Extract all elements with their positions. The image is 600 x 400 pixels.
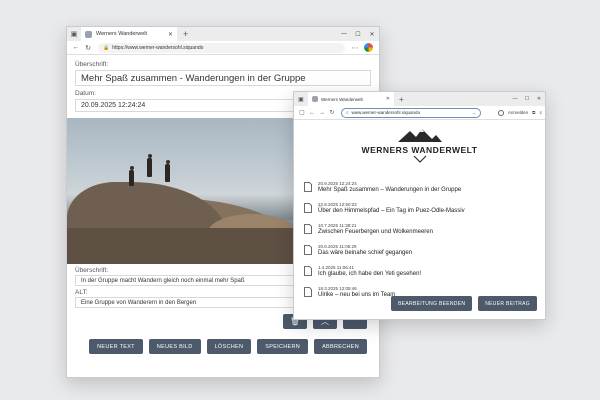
menu-icon[interactable]: ≡ (539, 110, 542, 115)
post-date: 20.9.2025 12:24:24 (318, 180, 357, 186)
site-favicon-icon (312, 96, 318, 102)
close-window-icon[interactable]: ✕ (365, 31, 379, 38)
maximize-icon[interactable]: ☐ (351, 31, 365, 38)
editor-actions: NEUER TEXT NEUES BILD LÖSCHEN SPEICHERN … (75, 339, 367, 354)
post-title: Ulrike – neu bei uns im Team (318, 291, 396, 298)
site-favicon-icon (85, 30, 92, 38)
post-list: 20.9.2025 12:24:24 Mehr Spaß zusammen – W… (304, 177, 535, 301)
photo-hiker (165, 160, 170, 182)
account-icon[interactable] (497, 109, 504, 116)
minimize-icon[interactable]: — (509, 96, 521, 102)
heading-input[interactable]: Mehr Spaß zusammen - Wanderungen in der … (75, 70, 371, 86)
extensions-icon[interactable]: ⧉ (532, 110, 535, 115)
lock-icon: 🔒 (103, 44, 110, 51)
save-button[interactable]: SPEICHERN (257, 339, 309, 354)
post-date: 10.7.2025 11:38:21 (318, 222, 357, 228)
editor-titlebar: ▣ Werners Wanderwelt ✕ + — ☐ ✕ (67, 27, 379, 41)
post-title: Ich glaube, ich habe den Yeti gesehen! (318, 270, 422, 277)
photo-hiker (129, 166, 134, 186)
window-controls: — ☐ ✕ (337, 31, 379, 38)
photo-hiker (147, 154, 152, 177)
new-image-button[interactable]: NEUES BILD (148, 339, 201, 354)
cancel-button[interactable]: ABBRECHEN (314, 339, 367, 354)
post-title: Zwischen Feuerbergen und Wolkenmeeren (318, 228, 433, 235)
new-text-button[interactable]: NEUER TEXT (89, 339, 143, 354)
forward-icon[interactable]: → (317, 110, 327, 116)
document-icon (304, 265, 313, 276)
profile-icon[interactable] (364, 43, 373, 52)
reload-icon[interactable]: ↻ (327, 109, 337, 116)
document-icon (304, 286, 313, 297)
heading-label: Überschrift: (75, 61, 109, 68)
end-editing-button[interactable]: BEARBEITUNG BEENDEN (391, 296, 473, 311)
signin-link[interactable]: Anmelden (508, 110, 528, 115)
search-icon: ⌕ (346, 110, 349, 115)
preview-address-row: ▢ ← → ↻ ⌕ www.werner-wandersohl.siquando… (294, 106, 545, 120)
reload-icon[interactable]: ↻ (82, 44, 94, 52)
preview-tab-title: Werners Wanderwelt (321, 96, 363, 102)
editor-address-row: ← ↻ 🔒 https://www.werner-wandersohl.siqu… (67, 41, 379, 55)
sidebar-icon[interactable]: ▢ (297, 109, 307, 116)
logo-text: WERNERS WANDERWELT (361, 145, 478, 155)
post-item[interactable]: 10.7.2025 11:38:21 Zwischen Feuerbergen u… (304, 219, 535, 238)
document-icon (304, 223, 313, 234)
post-date: 18.3.2025 12:05:46 (318, 285, 357, 291)
new-tab-icon[interactable]: + (399, 95, 404, 104)
post-item[interactable]: 1.4.2025 11:06:41 Ich glaube, ich habe de… (304, 261, 535, 280)
site-logo[interactable]: WERNERS WANDERWELT (304, 128, 535, 163)
maximize-icon[interactable]: ☐ (521, 96, 533, 102)
editor-tab[interactable]: Werners Wanderwelt ✕ (81, 27, 177, 41)
document-icon (304, 202, 313, 213)
more-menu-icon[interactable]: ⋯ (349, 44, 361, 52)
post-title: Das wäre beinahe schief gegangen (318, 249, 413, 256)
preview-titlebar: ▣ Werners Wanderwelt ✕ + — ☐ ✕ (294, 92, 545, 106)
post-title: Über den Himmelspfad – Ein Tag im Puez-O… (318, 207, 465, 214)
new-post-button[interactable]: NEUER BEITRAG (478, 296, 537, 311)
post-item[interactable]: 20.6.2025 11:05:29 Das wäre beinahe schie… (304, 240, 535, 259)
document-icon (304, 181, 313, 192)
post-item[interactable]: 20.9.2025 12:24:24 Mehr Spaß zusammen – W… (304, 177, 535, 196)
preview-tab[interactable]: Werners Wanderwelt ✕ (308, 92, 394, 106)
post-date: 22.8.2025 12:50:22 (318, 201, 357, 207)
go-arrow-icon[interactable]: → (472, 110, 477, 115)
editor-tab-title: Werners Wanderwelt (96, 31, 148, 37)
new-tab-icon[interactable]: + (183, 29, 188, 39)
minimize-icon[interactable]: — (337, 31, 351, 37)
close-window-icon[interactable]: ✕ (533, 96, 545, 102)
tab-actions-icon[interactable]: ▣ (67, 30, 81, 38)
preview-toolbar-right: Anmelden ⧉ ≡ (497, 109, 542, 116)
chevron-logo-icon (413, 155, 426, 163)
post-title: Mehr Spaß zusammen – Wanderungen in der … (318, 186, 462, 193)
tab-actions-icon[interactable]: ▣ (294, 96, 308, 103)
preview-address-bar[interactable]: ⌕ www.werner-wandersohl.siquando → (341, 107, 481, 118)
window-controls: — ☐ ✕ (509, 96, 545, 102)
mountain-logo-icon (397, 129, 442, 142)
post-date: 20.6.2025 11:05:29 (318, 243, 357, 249)
post-date: 1.4.2025 11:06:41 (318, 264, 354, 270)
preview-url: www.werner-wandersohl.siquando (351, 110, 421, 115)
document-icon (304, 244, 313, 255)
back-icon[interactable]: ← (70, 44, 82, 51)
delete-button[interactable]: LÖSCHEN (206, 339, 252, 354)
close-tab-icon[interactable]: ✕ (168, 31, 173, 38)
close-tab-icon[interactable]: ✕ (386, 96, 390, 102)
editor-url: https://www.werner-wandersohl.siquando (112, 44, 204, 51)
editor-address-bar[interactable]: 🔒 https://www.werner-wandersohl.siquando (98, 42, 345, 53)
preview-browser-window: ▣ Werners Wanderwelt ✕ + — ☐ ✕ ▢ ← → ↻ ⌕… (293, 91, 546, 320)
back-icon[interactable]: ← (307, 110, 317, 116)
post-item[interactable]: 22.8.2025 12:50:22 Über den Himmelspfad –… (304, 198, 535, 217)
preview-actions: BEARBEITUNG BEENDEN NEUER BEITRAG (391, 296, 537, 311)
blog-page: WERNERS WANDERWELT 20.9.2025 12:24:24 Meh… (294, 128, 545, 301)
